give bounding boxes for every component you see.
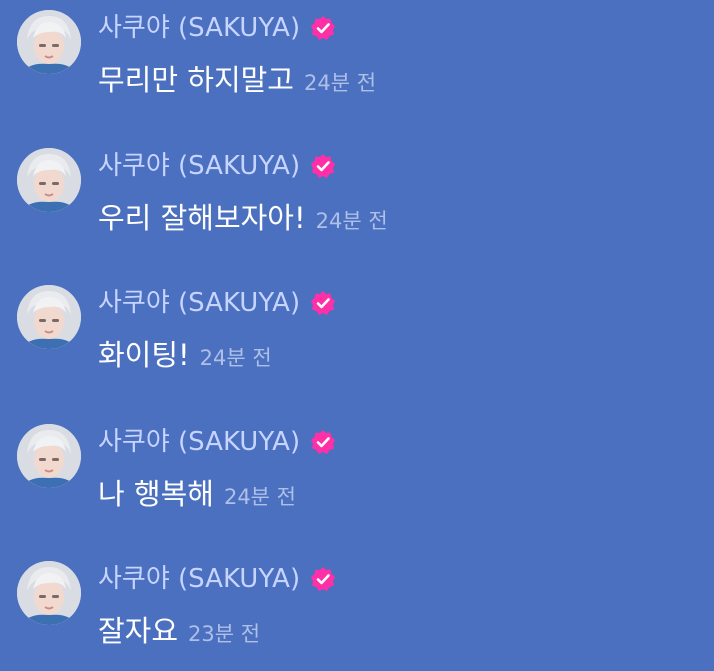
avatar[interactable] [17,148,81,212]
message-timestamp: 24분 전 [223,485,296,509]
sender-name[interactable]: 사쿠야 (SAKUYA) [98,148,300,184]
profile-photo [17,10,81,74]
message-text: 나 행복해 [98,477,214,511]
avatar[interactable] [17,10,81,74]
message-body: 잘자요 23분 전 [98,609,260,653]
profile-photo [17,285,81,349]
verified-check-icon [310,15,336,41]
message-body: 나 행복해 24분 전 [98,472,296,516]
verified-check-icon [310,290,336,316]
message-text: 무리만 하지말고 [98,63,294,97]
chat-message: 사쿠야 (SAKUYA) 우리 잘해보자아! 24분 전 [0,138,714,258]
sender-name[interactable]: 사쿠야 (SAKUYA) [98,424,300,460]
message-body: 무리만 하지말고 24분 전 [98,58,376,102]
verified-check-icon [310,429,336,455]
chat-message: 사쿠야 (SAKUYA) 잘자요 23분 전 [0,551,714,671]
message-body: 화이팅! 24분 전 [98,333,272,377]
verified-check-icon [310,566,336,592]
message-header: 사쿠야 (SAKUYA) [98,285,336,321]
chat-message-list: 사쿠야 (SAKUYA) 무리만 하지말고 24분 전 사쿠야 (SAKUYA)… [0,0,714,667]
avatar[interactable] [17,424,81,488]
message-timestamp: 24분 전 [315,209,388,233]
message-header: 사쿠야 (SAKUYA) [98,424,336,460]
message-timestamp: 23분 전 [188,622,261,646]
avatar[interactable] [17,285,81,349]
sender-name[interactable]: 사쿠야 (SAKUYA) [98,285,300,321]
profile-photo [17,424,81,488]
message-timestamp: 24분 전 [199,346,272,370]
chat-message: 사쿠야 (SAKUYA) 화이팅! 24분 전 [0,275,714,395]
verified-check-icon [310,153,336,179]
message-header: 사쿠야 (SAKUYA) [98,561,336,597]
avatar[interactable] [17,561,81,625]
profile-photo [17,148,81,212]
chat-message: 사쿠야 (SAKUYA) 무리만 하지말고 24분 전 [0,0,714,120]
message-header: 사쿠야 (SAKUYA) [98,10,336,46]
message-text: 화이팅! [98,338,190,372]
message-timestamp: 24분 전 [303,71,377,95]
message-body: 우리 잘해보자아! 24분 전 [98,196,388,240]
sender-name[interactable]: 사쿠야 (SAKUYA) [98,561,300,597]
chat-message: 사쿠야 (SAKUYA) 나 행복해 24분 전 [0,414,714,534]
message-header: 사쿠야 (SAKUYA) [98,148,336,184]
message-text: 잘자요 [98,614,179,648]
sender-name[interactable]: 사쿠야 (SAKUYA) [98,10,300,46]
message-text: 우리 잘해보자아! [98,201,306,235]
profile-photo [17,561,81,625]
